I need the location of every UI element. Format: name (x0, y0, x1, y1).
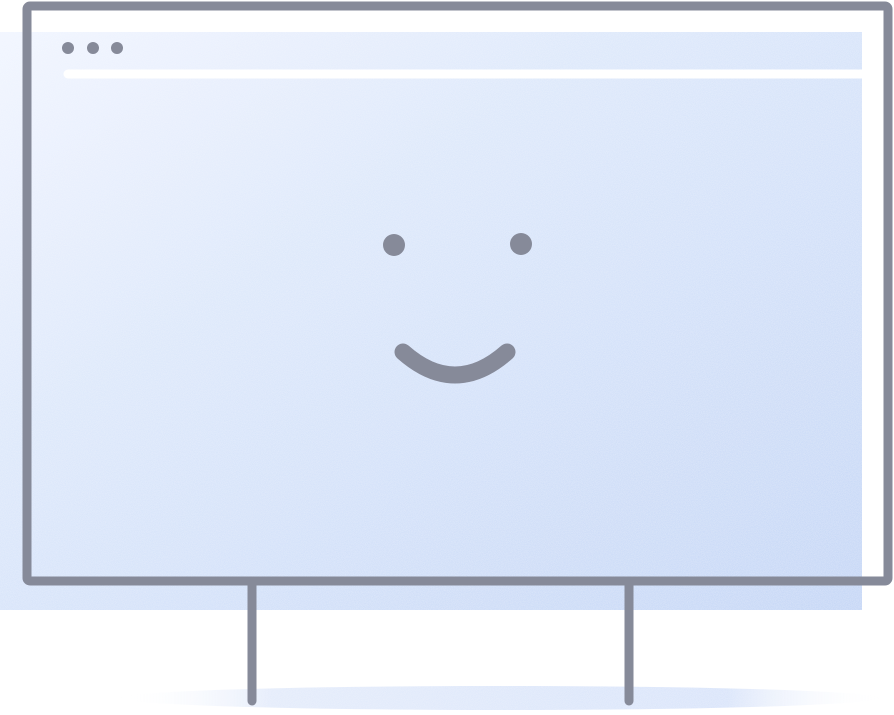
left-eye-icon (383, 234, 405, 256)
dot-icon (62, 42, 74, 54)
dot-icon (111, 42, 123, 54)
window-controls (62, 42, 123, 54)
browser-window-illustration (0, 1, 893, 710)
illustration (0, 0, 894, 715)
back-panel (0, 32, 862, 610)
right-eye-icon (510, 233, 532, 255)
dot-icon (87, 42, 99, 54)
ground-shadow (120, 686, 880, 710)
